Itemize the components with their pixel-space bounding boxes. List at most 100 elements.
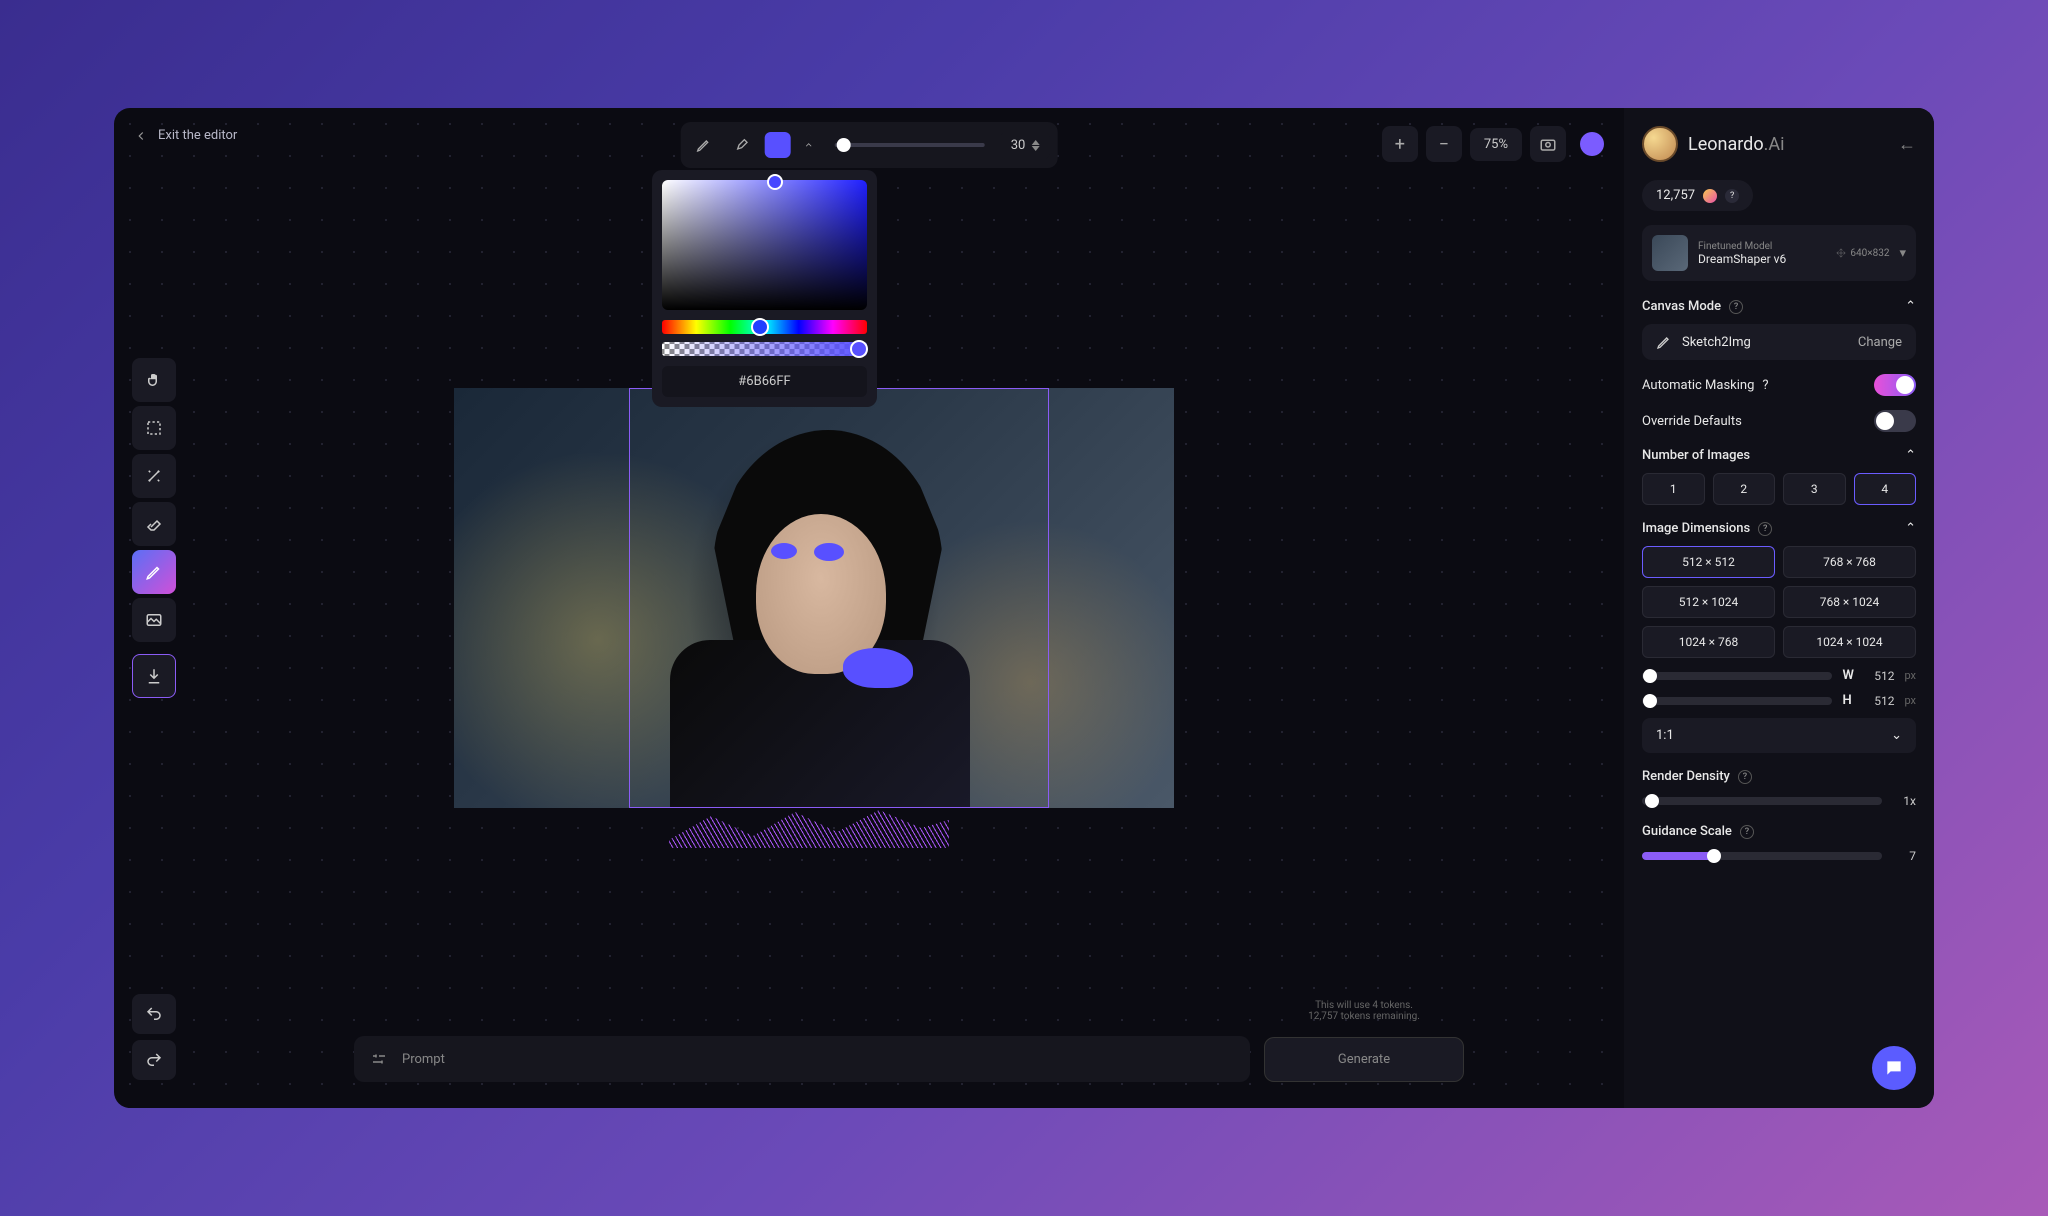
paint-stroke [843,648,913,688]
brush-size-field[interactable]: 30 [1001,132,1050,159]
download-button[interactable] [132,654,176,698]
width-value: 512 [1870,669,1894,683]
zoom-controls: + − 75% [1382,126,1604,162]
download-icon [145,667,163,685]
camera-button[interactable] [1530,126,1566,162]
alpha-slider[interactable] [662,342,867,356]
model-dimensions: 640×832 [1836,248,1889,259]
dim-1024-1024[interactable]: 1024 × 1024 [1783,626,1916,658]
change-mode-button[interactable]: Change [1858,335,1902,350]
brush-size-up[interactable] [1031,140,1039,145]
prompt-placeholder: Prompt [402,1052,445,1067]
width-slider[interactable] [1642,672,1832,680]
move-icon [1836,248,1846,258]
aspect-ratio-select[interactable]: 1:1 ⌄ [1642,718,1916,753]
width-slider-row: W 512 px [1642,668,1916,683]
hue-thumb[interactable] [751,318,769,336]
undo-icon [145,1005,163,1023]
hex-input[interactable]: #6B66FF [662,366,867,397]
chevron-up-icon: ⌃ [1905,299,1916,314]
brush-slider-thumb[interactable] [837,138,851,152]
eyedropper-icon [734,137,750,153]
left-toolbar [132,358,176,698]
guidance-value: 7 [1892,849,1916,863]
brush-size-slider[interactable] [835,143,985,147]
exit-editor-label: Exit the editor [158,128,237,143]
help-icon[interactable]: ? [1725,189,1739,203]
help-icon[interactable]: ? [1740,825,1754,839]
render-density-header[interactable]: Render Density ? [1642,769,1916,784]
brand: Leonardo.Ai ← [1642,126,1916,162]
dim-768-768[interactable]: 768 × 768 [1783,546,1916,578]
num-images-header[interactable]: Number of Images ⌃ [1642,448,1916,463]
user-avatar[interactable] [1580,132,1604,156]
pencil-tool-button[interactable] [689,130,719,160]
auto-masking-toggle[interactable] [1874,374,1916,396]
canvas-image[interactable] [454,388,1174,808]
help-icon[interactable]: ? [1738,770,1752,784]
guidance-slider[interactable] [1642,852,1882,860]
chevron-up-icon [804,140,814,150]
zoom-value[interactable]: 75% [1470,128,1522,161]
draw-tool[interactable] [132,550,176,594]
dim-768-1024[interactable]: 768 × 1024 [1783,586,1916,618]
alpha-thumb[interactable] [850,340,868,358]
select-tool[interactable] [132,406,176,450]
override-toggle[interactable] [1874,410,1916,432]
exit-editor-button[interactable]: Exit the editor [134,128,237,143]
dim-512-512[interactable]: 512 × 512 [1642,546,1775,578]
brush-size-down[interactable] [1031,146,1039,151]
hue-slider[interactable] [662,320,867,334]
redo-button[interactable] [132,1040,176,1080]
override-label: Override Defaults [1642,414,1742,429]
saturation-box[interactable] [662,180,867,310]
prompt-input[interactable]: Prompt [354,1036,1250,1082]
credits-badge[interactable]: 12,757 ? [1642,180,1753,211]
undo-redo-group [132,994,176,1080]
color-picker-panel: #6B66FF [652,170,877,407]
chevron-up-icon: ⌃ [1905,448,1916,463]
generate-button[interactable]: Generate [1264,1037,1464,1082]
canvas-mode-header[interactable]: Canvas Mode ? ⌃ [1642,299,1916,314]
help-icon[interactable]: ? [1762,378,1768,393]
model-thumbnail [1652,235,1688,271]
zoom-out-button[interactable]: − [1426,126,1462,162]
canvas-area[interactable]: Exit the editor 30 [114,108,1624,1108]
arrow-left-icon [134,129,148,143]
eraser-tool[interactable] [132,502,176,546]
num-images-4[interactable]: 4 [1854,473,1917,505]
dim-1024-768[interactable]: 1024 × 768 [1642,626,1775,658]
image-tool[interactable] [132,598,176,642]
zoom-in-button[interactable]: + [1382,126,1418,162]
chat-button[interactable] [1872,1046,1916,1090]
dimension-presets: 512 × 512 768 × 768 512 × 1024 768 × 102… [1642,546,1916,658]
magic-tool[interactable] [132,454,176,498]
eyedropper-tool-button[interactable] [727,130,757,160]
dim-512-1024[interactable]: 512 × 1024 [1642,586,1775,618]
color-swatch-button[interactable] [765,132,791,158]
num-images-2[interactable]: 2 [1713,473,1776,505]
guidance-row: 7 [1642,849,1916,863]
render-density-slider[interactable] [1642,797,1882,805]
pencil-icon [145,563,163,581]
guidance-header[interactable]: Guidance Scale ? [1642,824,1916,839]
color-dropdown-toggle[interactable] [799,131,819,159]
chevron-down-icon: ⌄ [1891,728,1902,743]
height-slider[interactable] [1642,697,1832,705]
undo-button[interactable] [132,994,176,1034]
pan-tool[interactable] [132,358,176,402]
saturation-thumb[interactable] [767,174,783,190]
aspect-ratio-value: 1:1 [1656,728,1674,743]
num-images-1[interactable]: 1 [1642,473,1705,505]
chevron-up-icon: ⌃ [1905,521,1916,536]
collapse-panel-button[interactable]: ← [1898,134,1916,155]
dimensions-header[interactable]: Image Dimensions ? ⌃ [1642,521,1916,536]
model-type-label: Finetuned Model [1698,241,1826,252]
image-icon [145,611,163,629]
model-name: DreamShaper v6 [1698,252,1826,266]
help-icon[interactable]: ? [1729,300,1743,314]
model-selector[interactable]: Finetuned Model DreamShaper v6 640×832 ▾ [1642,225,1916,281]
help-icon[interactable]: ? [1758,522,1772,536]
num-images-options: 1 2 3 4 [1642,473,1916,505]
num-images-3[interactable]: 3 [1783,473,1846,505]
